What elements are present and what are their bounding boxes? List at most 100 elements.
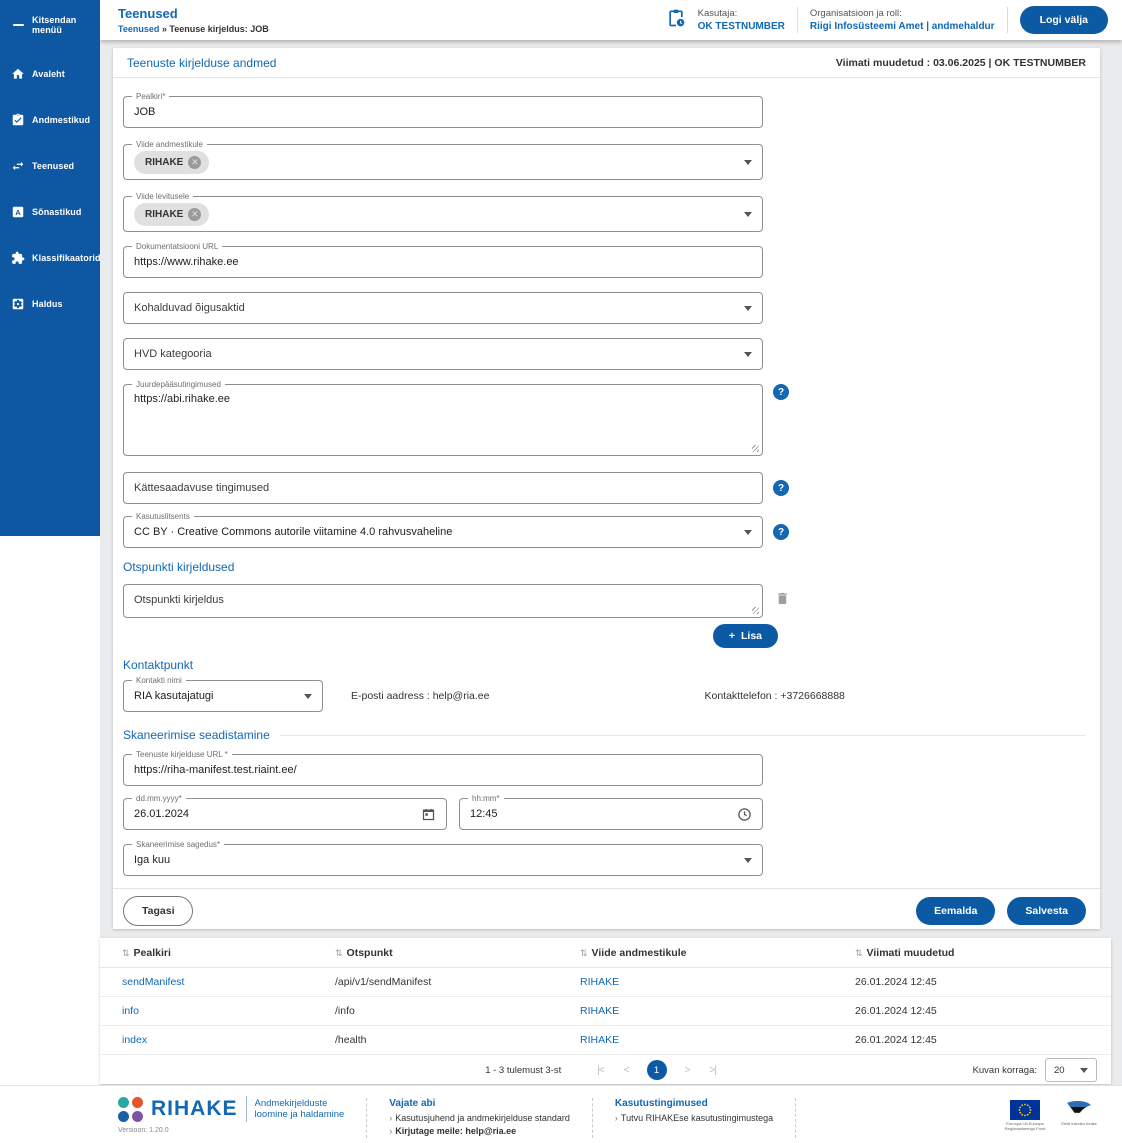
- sort-icon[interactable]: ⇅: [855, 948, 863, 958]
- sidebar-item-label: Andmestikud: [32, 115, 90, 125]
- column-header-pealkiri[interactable]: ⇅Pealkiri: [100, 938, 323, 968]
- last-page-icon[interactable]: >|: [709, 1065, 715, 1076]
- column-header-otspunkt[interactable]: ⇅Otspunkt: [323, 938, 568, 968]
- resize-handle-icon[interactable]: [752, 445, 759, 452]
- sidebar-item-haldus[interactable]: Haldus: [0, 288, 100, 320]
- help-icon[interactable]: ?: [773, 384, 789, 400]
- add-endpoint-button[interactable]: + Lisa: [713, 624, 778, 648]
- remove-button[interactable]: Eemalda: [916, 897, 995, 925]
- table-row: index /health RIHAKE 26.01.2024 12:45: [100, 1026, 1111, 1055]
- breadcrumb-separator: »: [162, 24, 167, 34]
- chevron-down-icon[interactable]: [744, 306, 752, 311]
- chevron-down-icon[interactable]: [744, 160, 752, 165]
- org-value[interactable]: Riigi Infosüsteemi Amet | andmehaldur: [810, 21, 995, 32]
- terms-link[interactable]: ›Tutvu RIHAKEse kasutustingimustega: [615, 1113, 773, 1123]
- endpoint-title-link[interactable]: sendManifest: [100, 968, 323, 997]
- first-page-icon[interactable]: |<: [597, 1065, 603, 1076]
- time-value: 12:45: [470, 808, 498, 820]
- skaneerimise-sagedus-select[interactable]: Skaneerimise sagedus* Iga kuu: [123, 844, 763, 876]
- dataset-ref-link[interactable]: RIHAKE: [568, 968, 843, 997]
- pagination: 1 - 3 tulemust 3-st |< < 1 > >| Kuvan ko…: [100, 1055, 1111, 1085]
- sidebar-item-andmestikud[interactable]: Andmestikud: [0, 104, 100, 136]
- help-title: Vajate abi: [389, 1098, 570, 1109]
- chip-rihake: RIHAKE ✕: [134, 151, 209, 174]
- remove-chip-icon[interactable]: ✕: [188, 156, 201, 169]
- endpoint-title-link[interactable]: index: [100, 1026, 323, 1055]
- column-header-muudetud[interactable]: ⇅Viimati muudetud: [843, 938, 1111, 968]
- divider: [592, 1098, 593, 1138]
- chevron-down-icon[interactable]: [744, 352, 752, 357]
- sidebar-item-klassifikaatorid[interactable]: Klassifikaatorid: [0, 242, 100, 274]
- endpoint-title-link[interactable]: info: [100, 997, 323, 1026]
- dokumentatsiooni-url-field[interactable]: Dokumentatsiooni URL https://www.rihake.…: [123, 246, 763, 278]
- chevron-down-icon[interactable]: [744, 858, 752, 863]
- help-icon[interactable]: ?: [773, 524, 789, 540]
- otspunkti-kirjeldus-textarea[interactable]: Otspunkti kirjeldus: [123, 584, 763, 618]
- time-label: hh:mm*: [468, 794, 504, 803]
- hvd-kategooria-select[interactable]: HVD kategooria: [123, 338, 763, 370]
- footer: RIHAKE Andmekirjeldusteloomine ja haldam…: [0, 1085, 1122, 1143]
- dataset-ref-link[interactable]: RIHAKE: [568, 997, 843, 1026]
- viide-levitusele-label: Viide levitusele: [132, 192, 193, 201]
- logout-button[interactable]: Logi välja: [1020, 6, 1108, 34]
- clock-icon[interactable]: [737, 807, 752, 822]
- teenuste-kirjelduse-url-field[interactable]: Teenuste kirjelduse URL * https://riha-m…: [123, 754, 763, 786]
- column-header-viide[interactable]: ⇅Viide andmestikule: [568, 938, 843, 968]
- sort-icon[interactable]: ⇅: [580, 948, 588, 958]
- swap-arrows-icon: [11, 159, 25, 173]
- sidebar-item-sonastikud[interactable]: A Sõnastikud: [0, 196, 100, 228]
- form-divider: [113, 888, 1100, 889]
- page-title: Teenused: [118, 6, 269, 21]
- juurdepaasutingimused-textarea[interactable]: Juurdepääsutingimused https://abi.rihake…: [123, 384, 763, 456]
- help-link-email[interactable]: ›Kirjutage meile: help@ria.ee: [389, 1126, 570, 1136]
- sort-icon[interactable]: ⇅: [335, 948, 343, 958]
- per-page-value: 20: [1054, 1065, 1065, 1076]
- resize-handle-icon[interactable]: [752, 607, 759, 614]
- sidebar-item-collapse[interactable]: Kitsendan menüü: [0, 6, 100, 44]
- date-value: 26.01.2024: [134, 808, 189, 820]
- pealkiri-field[interactable]: Pealkiri* JOB: [123, 96, 763, 128]
- per-page-select[interactable]: 20: [1045, 1058, 1097, 1082]
- sidebar-item-label: Avaleht: [32, 69, 65, 79]
- calendar-icon[interactable]: [421, 807, 436, 822]
- save-button[interactable]: Salvesta: [1007, 897, 1086, 925]
- link-arrow-icon: ›: [389, 1113, 392, 1123]
- chevron-down-icon[interactable]: [304, 694, 312, 699]
- sidebar-item-label: Sõnastikud: [32, 207, 82, 217]
- terms-title: Kasutustingimused: [615, 1098, 773, 1109]
- time-field[interactable]: hh:mm* 12:45: [459, 798, 763, 830]
- next-page-icon[interactable]: >: [685, 1065, 690, 1076]
- clipboard-clock-icon[interactable]: [666, 8, 686, 33]
- form-body: Pealkiri* JOB Viide andmestikule RIHAKE …: [113, 78, 1100, 926]
- help-link-manual[interactable]: ›Kasutusjuhend ja andmekirjelduse standa…: [389, 1113, 570, 1123]
- sidebar-item-avaleht[interactable]: Avaleht: [0, 58, 100, 90]
- sidebar-item-teenused[interactable]: Teenused: [0, 150, 100, 182]
- remove-chip-icon[interactable]: ✕: [188, 208, 201, 221]
- chevron-down-icon[interactable]: [744, 212, 752, 217]
- kattesaadavuse-tingimused-field[interactable]: Kättesaadavuse tingimused: [123, 472, 763, 504]
- chevron-down-icon[interactable]: [744, 530, 752, 535]
- viide-levitusele-field[interactable]: Viide levitusele RIHAKE ✕: [123, 196, 763, 232]
- dokumentatsiooni-url-label: Dokumentatsiooni URL: [132, 242, 222, 251]
- rihake-logo: [118, 1097, 143, 1122]
- kasutuslitsents-value: CC BY · Creative Commons autorile viitam…: [134, 526, 452, 538]
- estonia-logo-caption: Eesti tuleviku heaks: [1056, 1121, 1102, 1126]
- kohalduvad-oigusaktid-select[interactable]: Kohalduvad õigusaktid: [123, 292, 763, 324]
- dataset-ref-link[interactable]: RIHAKE: [568, 1026, 843, 1055]
- sort-icon[interactable]: ⇅: [122, 948, 130, 958]
- breadcrumb-link[interactable]: Teenused: [118, 24, 159, 34]
- kasutuslitsents-select[interactable]: Kasutuslitsents CC BY · Creative Commons…: [123, 516, 763, 548]
- link-arrow-icon: ›: [389, 1126, 392, 1136]
- back-button[interactable]: Tagasi: [123, 896, 193, 926]
- kontakti-nimi-select[interactable]: Kontakti nimi RIA kasutajatugi: [123, 680, 323, 712]
- divider: [366, 1098, 367, 1138]
- viide-andmestikule-field[interactable]: Viide andmestikule RIHAKE ✕: [123, 144, 763, 180]
- previous-page-icon[interactable]: <: [624, 1065, 629, 1076]
- user-value[interactable]: OK TESTNUMBER: [698, 21, 785, 32]
- page-number-button[interactable]: 1: [647, 1060, 667, 1080]
- delete-icon[interactable]: [775, 591, 790, 611]
- date-field[interactable]: dd.mm.yyyy* 26.01.2024: [123, 798, 447, 830]
- help-icon[interactable]: ?: [773, 480, 789, 496]
- estonia-swallow-logo: Eesti tuleviku heaks: [1056, 1100, 1102, 1126]
- chevron-down-icon: [1080, 1068, 1088, 1073]
